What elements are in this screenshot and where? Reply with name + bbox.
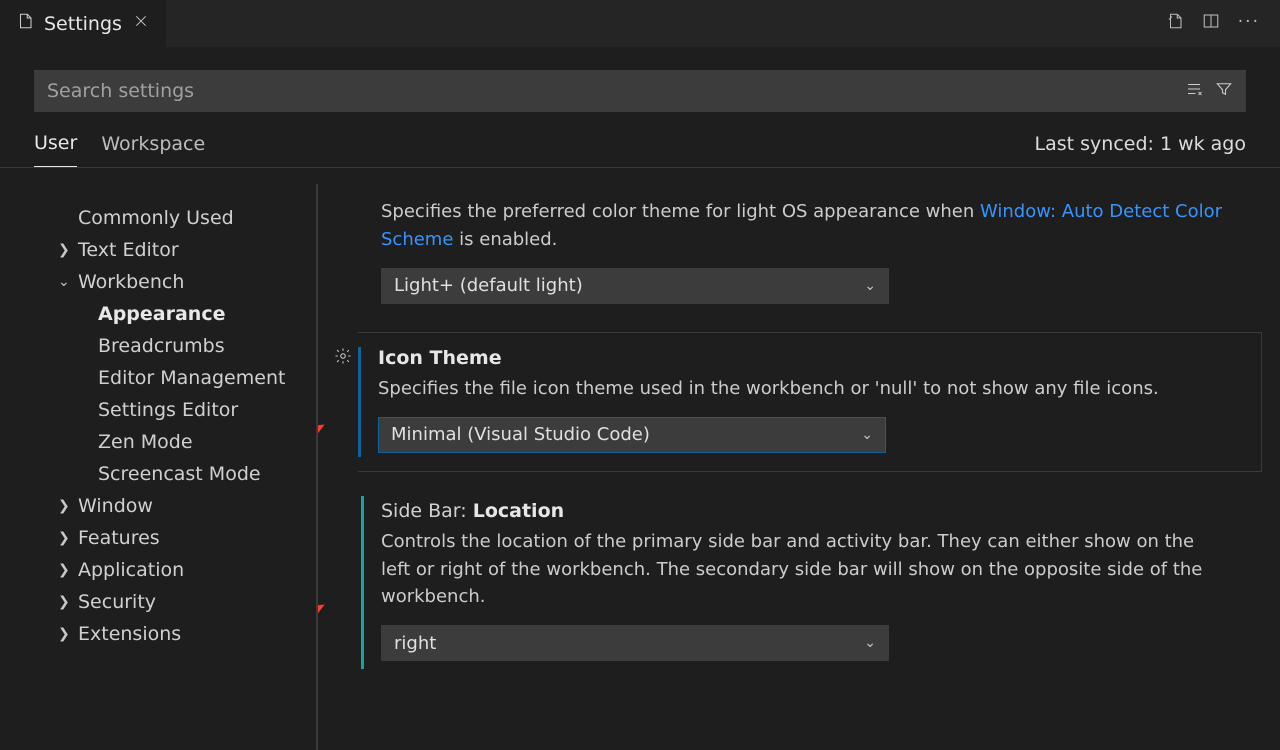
chevron-right-icon: ❯: [58, 530, 72, 546]
tab-title: Settings: [44, 13, 122, 35]
toc-screencast-mode[interactable]: Screencast Mode: [58, 458, 316, 490]
settings-search-row: Search settings: [0, 48, 1280, 112]
scope-user-tab[interactable]: User: [34, 132, 77, 167]
setting-title: Side Bar: Location: [381, 500, 1242, 522]
chevron-down-icon: ⌄: [864, 278, 876, 294]
toc-application[interactable]: ❯Application: [58, 554, 316, 586]
filter-icon[interactable]: [1215, 80, 1233, 103]
toc-appearance[interactable]: Appearance: [58, 298, 316, 330]
tab-settings[interactable]: Settings: [0, 0, 166, 47]
clear-search-icon[interactable]: [1185, 80, 1203, 103]
toc-settings-editor[interactable]: Settings Editor: [58, 394, 316, 426]
toc-window[interactable]: ❯Window: [58, 490, 316, 522]
select-preferred-light-theme[interactable]: Light+ (default light) ⌄: [381, 268, 889, 304]
chevron-right-icon: ❯: [58, 594, 72, 610]
select-sidebar-location[interactable]: right ⌄: [381, 625, 889, 661]
setting-preferred-light-theme: Specifies the preferred color theme for …: [358, 198, 1262, 322]
settings-toc: ▸Commonly Used ❯Text Editor ⌄Workbench A…: [0, 184, 318, 750]
setting-title: Icon Theme: [378, 347, 1241, 369]
settings-scope-row: User Workspace Last synced: 1 wk ago: [0, 112, 1280, 168]
more-actions-icon[interactable]: ···: [1238, 12, 1260, 35]
chevron-down-icon: ⌄: [864, 635, 876, 651]
sync-status: Last synced: 1 wk ago: [1035, 133, 1246, 167]
toc-extensions[interactable]: ❯Extensions: [58, 618, 316, 650]
annotation-arrow: [318, 418, 344, 463]
gear-icon[interactable]: [334, 347, 352, 370]
toc-commonly-used[interactable]: ▸Commonly Used: [58, 202, 316, 234]
annotation-arrow: [318, 598, 344, 643]
setting-description: Controls the location of the primary sid…: [381, 528, 1221, 612]
editor-tab-bar: Settings ···: [0, 0, 1280, 48]
setting-description: Specifies the file icon theme used in th…: [378, 375, 1241, 403]
chevron-down-icon: ⌄: [58, 274, 72, 290]
toc-workbench[interactable]: ⌄Workbench: [58, 266, 316, 298]
toc-breadcrumbs[interactable]: Breadcrumbs: [58, 330, 316, 362]
select-icon-theme[interactable]: Minimal (Visual Studio Code) ⌄: [378, 417, 886, 453]
toc-zen-mode[interactable]: Zen Mode: [58, 426, 316, 458]
setting-icon-theme: Icon Theme Specifies the file icon theme…: [358, 332, 1262, 472]
chevron-right-icon: ❯: [58, 498, 72, 514]
settings-content: Specifies the preferred color theme for …: [318, 184, 1280, 750]
toc-editor-management[interactable]: Editor Management: [58, 362, 316, 394]
setting-description: Specifies the preferred color theme for …: [381, 198, 1242, 254]
toc-features[interactable]: ❯Features: [58, 522, 316, 554]
chevron-right-icon: ❯: [58, 242, 72, 258]
close-icon[interactable]: [132, 13, 150, 34]
chevron-right-icon: ❯: [58, 626, 72, 642]
tab-actions: ···: [1166, 12, 1280, 35]
chevron-down-icon: ⌄: [861, 427, 873, 443]
split-editor-icon[interactable]: [1202, 12, 1220, 35]
toc-text-editor[interactable]: ❯Text Editor: [58, 234, 316, 266]
search-input[interactable]: Search settings: [34, 70, 1246, 112]
open-changes-icon[interactable]: [1166, 12, 1184, 35]
chevron-right-icon: ❯: [58, 562, 72, 578]
file-icon: [16, 12, 34, 35]
toc-security[interactable]: ❯Security: [58, 586, 316, 618]
setting-sidebar-location: Side Bar: Location Controls the location…: [358, 486, 1262, 680]
search-placeholder: Search settings: [47, 80, 1185, 102]
scope-workspace-tab[interactable]: Workspace: [101, 133, 205, 167]
